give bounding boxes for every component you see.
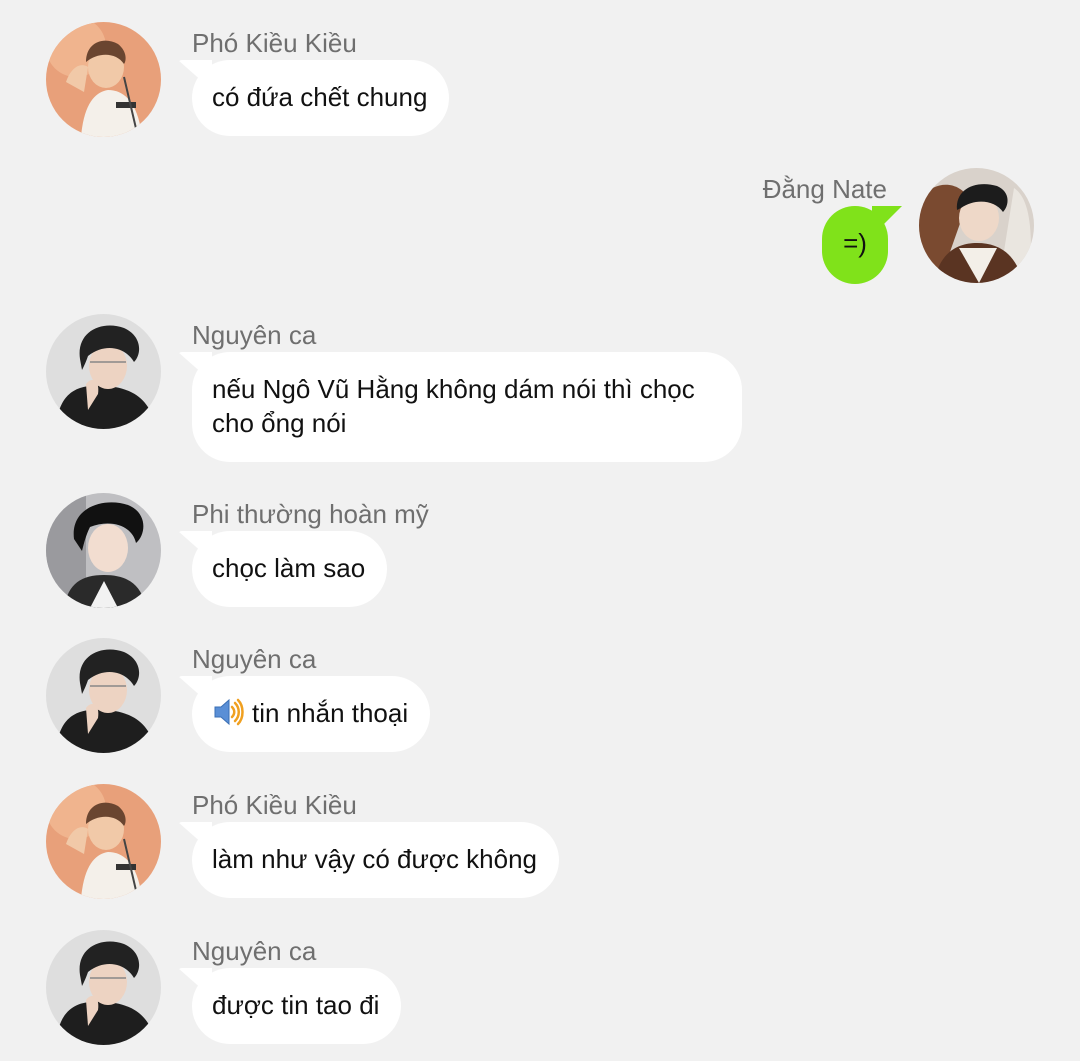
sender-name: Đằng Nate <box>762 174 887 204</box>
message-bubble[interactable]: =) <box>822 206 888 284</box>
message-bubble[interactable]: được tin tao đi <box>192 968 402 1044</box>
speaker-icon <box>214 698 244 726</box>
avatar[interactable] <box>46 784 161 899</box>
chat-thread: Phó Kiều Kiều có đứa chết chung Đằng Nat… <box>0 0 1080 1061</box>
sender-name: Phi thường hoàn mỹ <box>192 499 429 529</box>
avatar[interactable] <box>919 168 1034 283</box>
sender-name: Nguyên ca <box>192 644 317 674</box>
avatar[interactable] <box>46 930 161 1045</box>
sender-name: Nguyên ca <box>192 936 317 966</box>
message-text: =) <box>843 228 867 258</box>
sender-name: Nguyên ca <box>192 320 317 350</box>
message-text: chọc làm sao <box>212 553 366 583</box>
avatar[interactable] <box>46 493 161 608</box>
avatar[interactable] <box>46 22 161 137</box>
avatar[interactable] <box>46 314 161 429</box>
message-bubble[interactable]: có đứa chết chung <box>192 60 450 136</box>
message-bubble[interactable]: làm như vậy có được không <box>192 822 560 898</box>
message-bubble[interactable]: chọc làm sao <box>192 531 388 607</box>
message-bubble[interactable]: nếu Ngô Vũ Hằng không dám nói thì chọc c… <box>192 352 742 462</box>
avatar[interactable] <box>46 638 161 753</box>
message-text: có đứa chết chung <box>212 82 428 112</box>
sender-name: Phó Kiều Kiều <box>192 790 357 820</box>
message-text: làm như vậy có được không <box>212 844 538 874</box>
message-text: nếu Ngô Vũ Hằng không dám nói thì chọc c… <box>212 374 695 438</box>
voice-message-bubble[interactable]: tin nhắn thoại <box>192 676 431 752</box>
message-text: tin nhắn thoại <box>252 698 409 728</box>
sender-name: Phó Kiều Kiều <box>192 28 357 58</box>
message-text: được tin tao đi <box>212 990 380 1020</box>
